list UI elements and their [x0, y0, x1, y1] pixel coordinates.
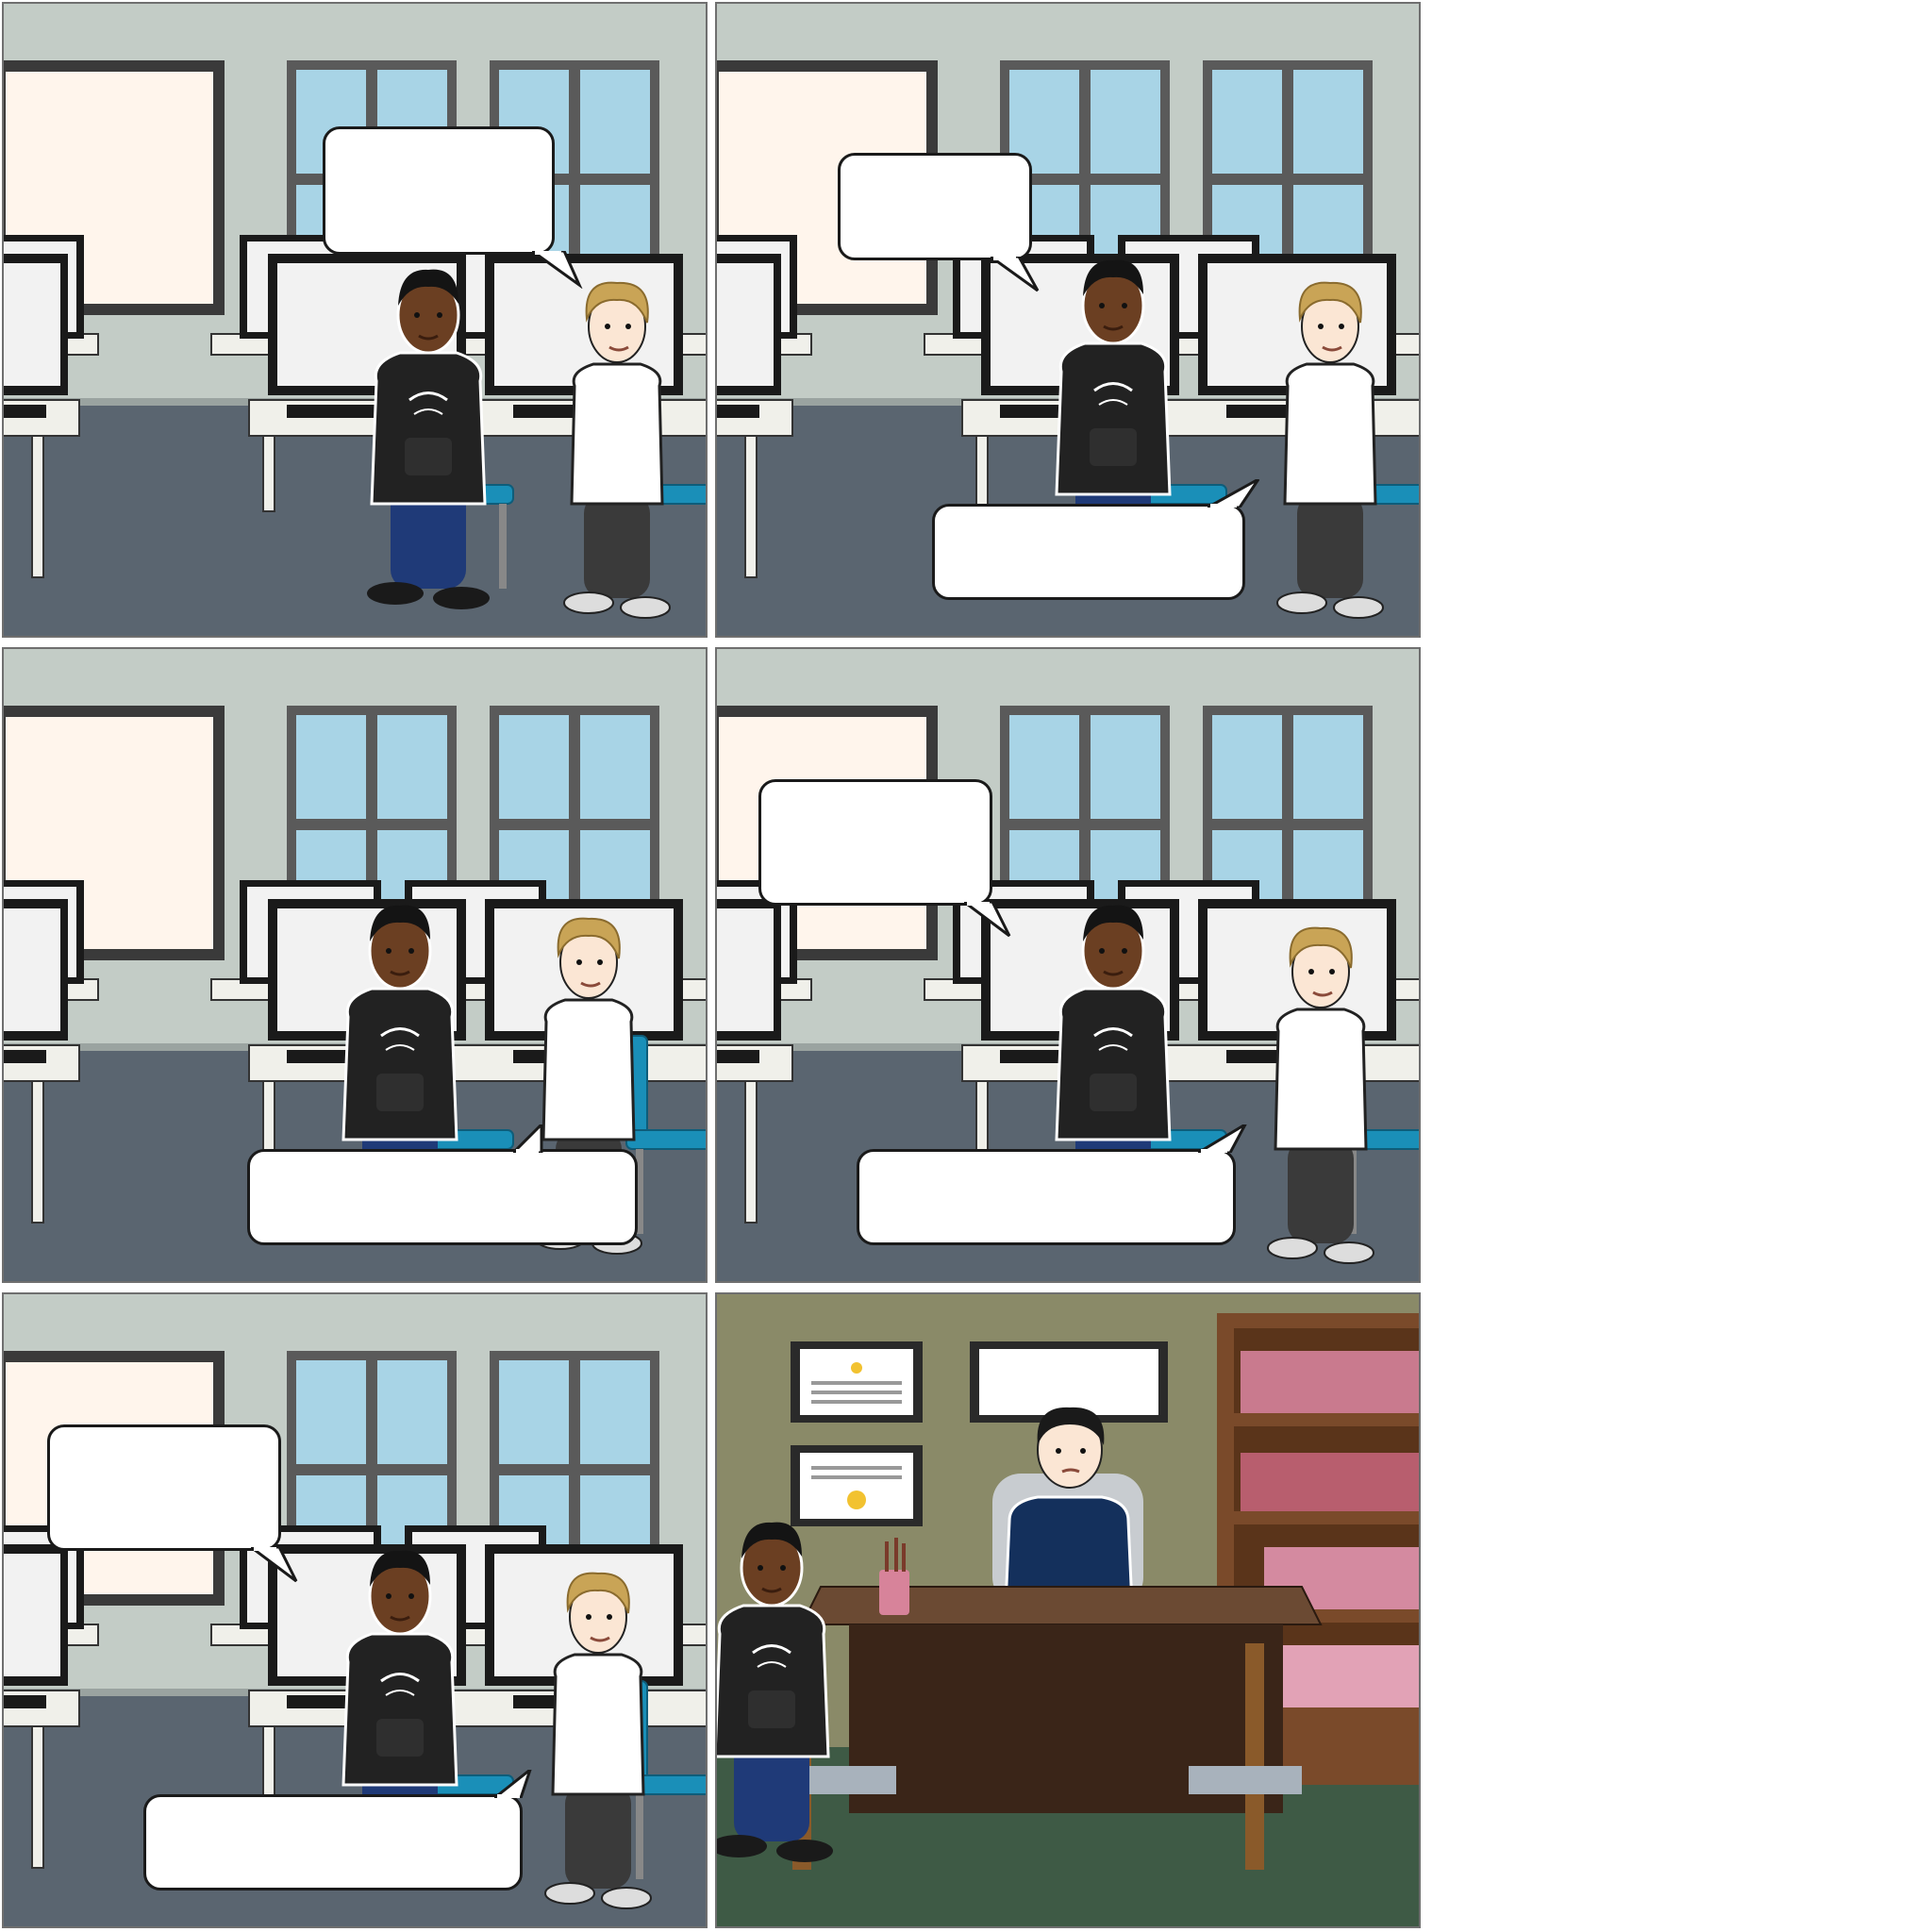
bubble-tail — [1208, 479, 1260, 508]
panel-3 — [2, 647, 708, 1283]
panel-1-scene — [4, 4, 706, 636]
bubble-tail — [251, 1547, 298, 1583]
storyboard — [0, 0, 1424, 1932]
bubble-tail — [494, 1770, 532, 1798]
panel-6 — [715, 1292, 1421, 1928]
speech-bubble[interactable] — [932, 504, 1245, 600]
bubble-tail — [532, 251, 583, 289]
bubble-tail — [991, 257, 1040, 292]
principal-door-sign — [979, 1349, 1158, 1415]
speech-bubble[interactable] — [758, 779, 992, 906]
speech-bubble[interactable] — [838, 153, 1032, 260]
panel-5 — [2, 1292, 708, 1928]
certificate-icon — [791, 1445, 923, 1526]
bubble-tail — [1198, 1124, 1247, 1153]
speech-bubble[interactable] — [857, 1149, 1236, 1245]
speech-bubble[interactable] — [323, 126, 555, 255]
panel-1 — [2, 2, 708, 638]
speech-bubble[interactable] — [247, 1149, 638, 1245]
panel-4 — [715, 647, 1421, 1283]
speech-bubble[interactable] — [47, 1424, 281, 1551]
certificate-icon — [791, 1341, 923, 1423]
panel-2 — [715, 2, 1421, 638]
bubble-tail — [964, 902, 1011, 938]
bubble-tail — [513, 1124, 543, 1153]
speech-bubble[interactable] — [143, 1794, 523, 1890]
